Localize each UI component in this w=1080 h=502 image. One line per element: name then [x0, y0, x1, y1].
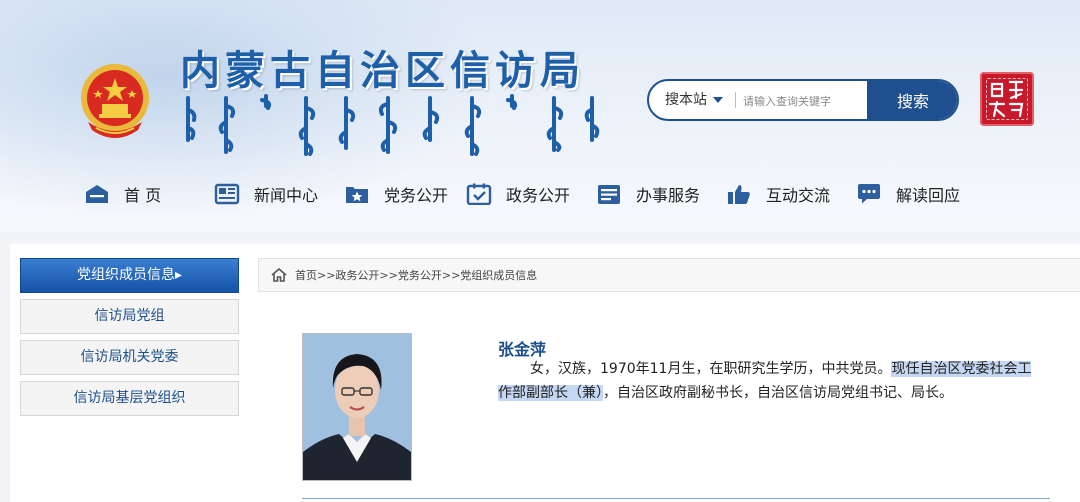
- sidebar: 党组织成员信息▸ 信访局党组 信访局机关党委 信访局基层党组织: [10, 244, 252, 502]
- nav-label: 互动交流: [766, 186, 831, 205]
- nav-item-interaction[interactable]: 互动交流: [726, 174, 830, 214]
- sidebar-item-agency-party-committee[interactable]: 信访局机关党委: [20, 340, 239, 375]
- site-header: 内蒙古自治区信访局 搜本站 搜索: [0, 0, 1080, 232]
- nav-label: 政务公开: [506, 186, 571, 205]
- home-icon: [86, 185, 108, 203]
- breadcrumb-path[interactable]: 首页>>政务公开>>党务公开>>党组织成员信息: [295, 267, 537, 283]
- nav-item-news[interactable]: 新闻中心: [214, 174, 318, 214]
- site-title: 内蒙古自治区信访局: [180, 48, 585, 94]
- bio-text: 女，汉族，1970年11月生，在职研究生学历，中共党员。: [530, 361, 892, 377]
- checklist-icon: [466, 183, 492, 205]
- thumbs-up-icon: [728, 185, 750, 204]
- caret-down-icon: [713, 97, 723, 103]
- national-emblem-icon: [81, 64, 149, 138]
- nav-label: 解读回应: [896, 186, 961, 205]
- party-star-icon: [346, 187, 368, 203]
- breadcrumb: 首页>>政务公开>>党务公开>>党组织成员信息: [258, 258, 1080, 292]
- nav-item-home[interactable]: 首 页: [84, 174, 161, 214]
- service-icon: [598, 185, 620, 204]
- nav-label: 首 页: [124, 186, 162, 205]
- search-input[interactable]: [741, 87, 865, 115]
- home-icon[interactable]: [271, 268, 287, 282]
- profile-photo: [302, 333, 412, 481]
- seal-glyph-icon: [988, 80, 1024, 118]
- nav-item-government-affairs[interactable]: 政务公开: [466, 174, 570, 214]
- sidebar-item-grassroots-party-org[interactable]: 信访局基层党组织: [20, 381, 239, 416]
- sidebar-item-party-member-info[interactable]: 党组织成员信息▸: [20, 258, 239, 293]
- search-button[interactable]: 搜索: [867, 81, 957, 119]
- content-divider: [302, 498, 1050, 499]
- profile-bio: 女，汉族，1970年11月生，在职研究生学历，中共党员。现任自治区党委社会工作部…: [498, 357, 1038, 405]
- bio-text-rest: ，自治区政府副秘书长，自治区信访局党组书记、局长。: [603, 385, 953, 401]
- main-content: 首页>>政务公开>>党务公开>>党组织成员信息 张金萍 女，汉族，1970年11…: [252, 244, 1080, 502]
- search-divider: [735, 92, 736, 108]
- search-scope-select[interactable]: 搜本站: [665, 81, 723, 119]
- search-box: 搜本站 搜索: [647, 79, 959, 121]
- main-nav: 首 页 新闻中心 党务公开 政务公开 办事服务 互动交流 解读回应: [0, 174, 1080, 214]
- nav-item-party-affairs[interactable]: 党务公开: [344, 174, 448, 214]
- news-icon: [214, 183, 240, 205]
- portrait-image: [303, 334, 411, 480]
- nav-label: 新闻中心: [254, 186, 319, 205]
- nav-item-interpretation[interactable]: 解读回应: [856, 174, 960, 214]
- mongolian-script-logo: [186, 94, 600, 156]
- sidebar-item-party-group[interactable]: 信访局党组: [20, 299, 239, 334]
- nav-label: 党务公开: [384, 186, 449, 205]
- nav-label: 办事服务: [636, 186, 701, 205]
- seal-logo: [980, 72, 1034, 126]
- chat-bubble-icon: [858, 184, 880, 204]
- nav-item-services[interactable]: 办事服务: [596, 174, 700, 214]
